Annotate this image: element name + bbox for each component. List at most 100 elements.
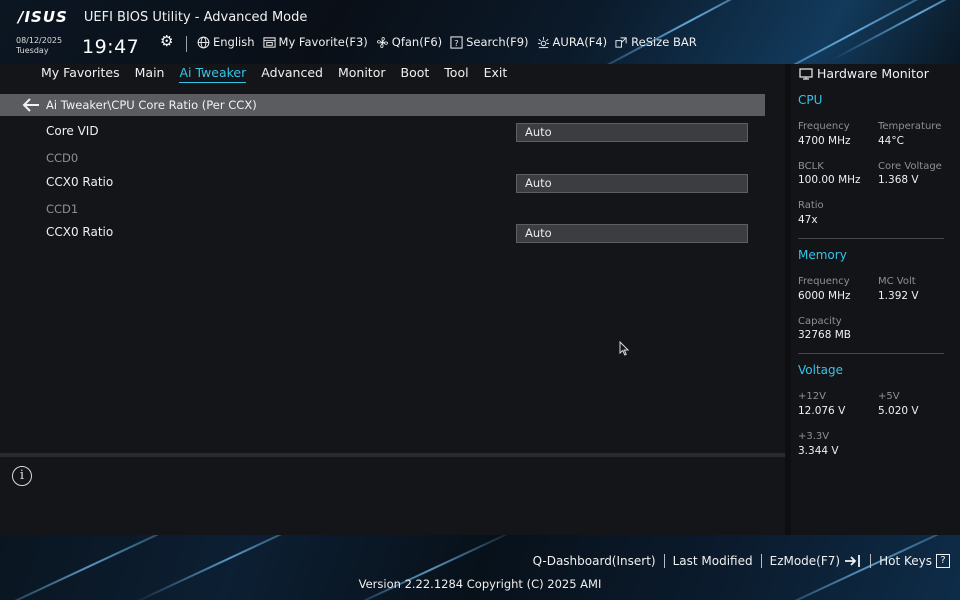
- breadcrumb-path: Ai Tweaker\CPU Core Ratio (Per CCX): [46, 98, 257, 112]
- toolbar-divider: [186, 36, 187, 52]
- weekday-text: Tuesday: [16, 46, 49, 55]
- v5-label: +5V: [878, 391, 900, 402]
- v12-value: 12.076 V: [798, 405, 846, 417]
- ccd1-ccx0-ratio-select[interactable]: Auto: [516, 224, 748, 243]
- tab-advanced[interactable]: Advanced: [261, 65, 323, 83]
- search-button[interactable]: ? Search(F9): [450, 35, 529, 49]
- v33-value: 3.344 V: [798, 445, 839, 457]
- tab-exit[interactable]: Exit: [484, 65, 508, 83]
- header-bar: /ISUS UEFI BIOS Utility - Advanced Mode …: [0, 0, 960, 64]
- memory-frequency-label: Frequency: [798, 276, 850, 287]
- nav-tabs: My Favorites Main Ai Tweaker Advanced Mo…: [41, 65, 507, 83]
- app-title: UEFI BIOS Utility - Advanced Mode: [83, 9, 308, 25]
- ratio-value: 47x: [798, 214, 818, 226]
- aura-icon: [537, 36, 549, 48]
- bclk-value: 100.00 MHz: [798, 174, 861, 186]
- my-favorite-label: My Favorite(F3): [278, 35, 368, 49]
- cpu-frequency-label: Frequency: [798, 121, 850, 132]
- capacity-value: 32768 MB: [798, 329, 852, 341]
- ccd0-ccx0-ratio-label[interactable]: CCX0 Ratio: [46, 175, 113, 189]
- core-voltage-label: Core Voltage: [878, 161, 942, 172]
- core-voltage-value: 1.368 V: [878, 174, 919, 186]
- memory-heading: Memory: [798, 248, 847, 262]
- help-panel: i: [0, 457, 785, 535]
- footer-bar: Q-Dashboard(Insert) Last Modified EzMode…: [0, 535, 960, 600]
- ccd0-group-label: CCD0: [46, 151, 79, 165]
- language-label: English: [213, 35, 255, 49]
- clock: 19:47: [82, 36, 140, 58]
- brand: /ISUS UEFI BIOS Utility - Advanced Mode: [18, 8, 307, 26]
- q-dashboard-button[interactable]: Q-Dashboard(Insert): [533, 554, 656, 568]
- footer-divider: [663, 554, 665, 568]
- settings-panel: Ai Tweaker\CPU Core Ratio (Per CCX) Core…: [0, 88, 785, 453]
- mc-volt-value: 1.392 V: [878, 290, 919, 302]
- info-icon: i: [12, 466, 32, 486]
- qfan-label: Qfan(F6): [391, 35, 443, 49]
- ratio-label: Ratio: [798, 200, 824, 211]
- tab-ai-tweaker[interactable]: Ai Tweaker: [179, 65, 247, 83]
- fan-icon: [376, 36, 388, 48]
- language-button[interactable]: English: [197, 35, 255, 49]
- back-arrow-icon[interactable]: [22, 98, 40, 112]
- bclk-label: BCLK: [798, 161, 824, 172]
- tab-tool[interactable]: Tool: [444, 65, 468, 83]
- last-modified-button[interactable]: Last Modified: [673, 554, 753, 568]
- header-decoration: [574, 0, 806, 64]
- ccd1-ccx0-ratio-label[interactable]: CCX0 Ratio: [46, 225, 113, 239]
- section-divider: [798, 353, 944, 354]
- footer-links: Q-Dashboard(Insert) Last Modified EzMode…: [533, 554, 950, 568]
- resize-bar-label: ReSize BAR: [631, 35, 697, 49]
- tab-main[interactable]: Main: [135, 65, 165, 83]
- footer-divider: [870, 554, 872, 568]
- mouse-cursor-icon: [619, 341, 629, 356]
- my-favorite-button[interactable]: My Favorite(F3): [262, 35, 368, 49]
- qfan-button[interactable]: Qfan(F6): [376, 35, 442, 49]
- aura-button[interactable]: AURA(F4): [537, 35, 608, 49]
- tab-boot[interactable]: Boot: [401, 65, 430, 83]
- ccd0-ccx0-ratio-select[interactable]: Auto: [516, 174, 748, 193]
- hardware-monitor-title: Hardware Monitor: [799, 66, 929, 81]
- ccd1-group-label: CCD1: [46, 202, 79, 216]
- favorite-icon: [262, 36, 276, 48]
- tab-monitor[interactable]: Monitor: [338, 65, 386, 83]
- core-vid-select[interactable]: Auto: [516, 123, 748, 142]
- resize-bar-icon: [615, 36, 627, 48]
- section-divider: [798, 238, 944, 239]
- hardware-monitor-title-text: Hardware Monitor: [817, 66, 929, 81]
- monitor-icon: [799, 67, 813, 80]
- ezmode-label: EzMode(F7): [769, 554, 841, 568]
- v5-value: 5.020 V: [878, 405, 919, 417]
- tab-my-favorites[interactable]: My Favorites: [41, 65, 120, 83]
- toolbar: English My Favorite(F3) Qfan(F6) ? Searc…: [197, 35, 697, 49]
- cpu-temperature-value: 44°C: [878, 135, 904, 147]
- hot-keys-label: Hot Keys: [879, 554, 932, 568]
- capacity-label: Capacity: [798, 316, 842, 327]
- ezmode-button[interactable]: EzMode(F7): [770, 554, 862, 568]
- v33-label: +3.3V: [798, 431, 830, 442]
- main-nav: My Favorites Main Ai Tweaker Advanced Mo…: [0, 64, 785, 88]
- memory-frequency-value: 6000 MHz: [798, 290, 851, 302]
- footer-divider: [760, 554, 762, 568]
- cpu-temperature-label: Temperature: [878, 121, 942, 132]
- version-text: Version 2.22.1284 Copyright (C) 2025 AMI: [358, 577, 602, 591]
- svg-text:?: ?: [454, 37, 458, 47]
- help-icon: ?: [936, 554, 950, 568]
- breadcrumb: Ai Tweaker\CPU Core Ratio (Per CCX): [0, 94, 765, 116]
- cpu-frequency-value: 4700 MHz: [798, 135, 851, 147]
- hot-keys-button[interactable]: Hot Keys ?: [879, 554, 950, 568]
- globe-icon: [197, 36, 210, 48]
- core-vid-label[interactable]: Core VID: [46, 124, 99, 138]
- resize-bar-button[interactable]: ReSize BAR: [615, 35, 697, 49]
- exit-arrow-icon: [845, 555, 860, 567]
- mc-volt-label: MC Volt: [878, 276, 916, 287]
- gear-icon[interactable]: ⚙: [160, 32, 173, 50]
- asus-logo: /ISUS: [18, 8, 68, 26]
- voltage-heading: Voltage: [798, 363, 844, 377]
- hardware-monitor: Hardware Monitor CPU Frequency 4700 MHz …: [791, 64, 960, 535]
- search-label: Search(F9): [466, 35, 529, 49]
- search-icon: ?: [450, 35, 463, 49]
- aura-label: AURA(F4): [552, 35, 608, 49]
- cpu-heading: CPU: [798, 93, 823, 107]
- date-display: 08/12/2025 Tuesday: [16, 36, 62, 56]
- date-text: 08/12/2025: [16, 36, 63, 45]
